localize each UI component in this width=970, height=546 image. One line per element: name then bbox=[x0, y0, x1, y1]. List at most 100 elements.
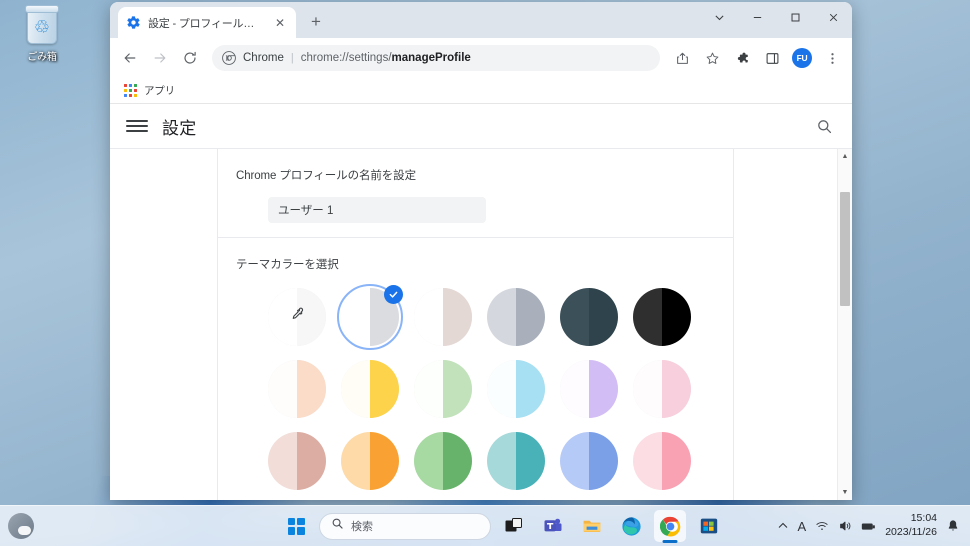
minimize-button[interactable] bbox=[738, 2, 776, 32]
windows-logo-icon bbox=[287, 517, 305, 535]
swatch-default-grey[interactable] bbox=[337, 284, 403, 350]
taskbar-microsoft-store[interactable] bbox=[693, 510, 725, 542]
new-tab-button[interactable]: + bbox=[302, 8, 330, 36]
reload-icon[interactable] bbox=[176, 44, 204, 72]
profile-name-label: Chrome プロフィールの名前を設定 bbox=[236, 170, 416, 182]
swatch-dark-slate-circle bbox=[560, 288, 618, 346]
page-title: 設定 bbox=[162, 118, 197, 138]
desktop-icon-recycle-bin[interactable]: ♲ ごみ箱 bbox=[10, 5, 74, 63]
browser-toolbar: Chrome | chrome://settings/manageProfile bbox=[110, 38, 852, 78]
bookmarks-bar: アプリ bbox=[110, 78, 852, 104]
weather-icon[interactable] bbox=[8, 513, 34, 539]
swatch-half-left bbox=[633, 432, 662, 490]
swatch-light-peach[interactable] bbox=[268, 360, 326, 418]
swatch-pink[interactable] bbox=[633, 432, 691, 490]
swatch-warm-beige-circle bbox=[414, 288, 472, 346]
swatch-pink-circle bbox=[633, 432, 691, 490]
settings-page: 設定 Chrome プロフィールの名前を設定 テーマカラーを選択 bbox=[110, 104, 852, 500]
tab-search-chevron-down-icon[interactable] bbox=[700, 2, 738, 32]
close-button[interactable] bbox=[814, 2, 852, 32]
chevron-up-icon[interactable] bbox=[777, 520, 789, 532]
window-controls bbox=[700, 2, 852, 38]
bookmark-apps-label[interactable]: アプリ bbox=[144, 83, 175, 98]
taskbar-search-placeholder: 検索 bbox=[351, 521, 373, 533]
address-bar[interactable]: Chrome | chrome://settings/manageProfile bbox=[212, 45, 660, 71]
speaker-icon[interactable] bbox=[838, 519, 852, 533]
profile-name-input[interactable] bbox=[268, 197, 486, 223]
checkmark-icon bbox=[384, 285, 403, 304]
swatch-half-left bbox=[633, 288, 662, 346]
ime-mode-icon[interactable] bbox=[861, 520, 876, 533]
swatch-blue[interactable] bbox=[560, 432, 618, 490]
taskbar-chrome[interactable] bbox=[654, 510, 686, 542]
taskbar-task-view[interactable] bbox=[498, 510, 530, 542]
swatch-half-right bbox=[443, 360, 472, 418]
scrollbar-track[interactable] bbox=[838, 164, 852, 485]
swatch-light-cyan[interactable] bbox=[487, 360, 545, 418]
swatch-green[interactable] bbox=[414, 432, 472, 490]
swatch-cool-grey-circle bbox=[487, 288, 545, 346]
swatch-orange-circle bbox=[341, 432, 399, 490]
swatch-light-purple[interactable] bbox=[560, 360, 618, 418]
wifi-icon[interactable] bbox=[815, 519, 829, 533]
maximize-button[interactable] bbox=[776, 2, 814, 32]
apps-grid-icon bbox=[124, 84, 137, 97]
taskbar-file-explorer[interactable] bbox=[576, 510, 608, 542]
puzzle-icon[interactable] bbox=[728, 44, 756, 72]
share-icon[interactable] bbox=[668, 44, 696, 72]
swatch-green-circle bbox=[414, 432, 472, 490]
swatch-half-right bbox=[516, 288, 545, 346]
swatch-light-pink[interactable] bbox=[633, 360, 691, 418]
taskbar-teams[interactable] bbox=[537, 510, 569, 542]
settings-header: 設定 bbox=[110, 104, 852, 149]
scrollbar-thumb[interactable] bbox=[840, 192, 850, 306]
tab-close-icon[interactable]: ✕ bbox=[272, 15, 288, 31]
swatch-rose[interactable] bbox=[268, 432, 326, 490]
swatch-yellow[interactable] bbox=[341, 360, 399, 418]
profile-avatar[interactable]: FU bbox=[788, 44, 816, 72]
profile-name-section: Chrome プロフィールの名前を設定 bbox=[218, 149, 733, 237]
swatch-light-green[interactable] bbox=[414, 360, 472, 418]
back-arrow-icon[interactable] bbox=[116, 44, 144, 72]
tab-strip: 設定 - プロフィールをカスタマイズ ✕ + bbox=[110, 2, 852, 38]
start-button[interactable] bbox=[280, 510, 312, 542]
swatch-black[interactable] bbox=[633, 288, 691, 346]
scrollbar-down-arrow[interactable]: ▼ bbox=[838, 485, 853, 500]
bell-icon[interactable] bbox=[946, 519, 960, 533]
custom-color-picker[interactable] bbox=[268, 288, 326, 346]
windows-taskbar: 検索 A 15:04 2023/11/26 bbox=[0, 505, 970, 546]
swatch-light-green-circle bbox=[414, 360, 472, 418]
scrollbar-up-arrow[interactable]: ▲ bbox=[838, 149, 853, 164]
hamburger-icon[interactable] bbox=[126, 115, 148, 137]
edge-icon bbox=[621, 516, 641, 536]
swatch-half-left bbox=[414, 432, 443, 490]
star-icon[interactable] bbox=[698, 44, 726, 72]
swatch-half-right bbox=[443, 432, 472, 490]
swatch-half-left bbox=[341, 360, 370, 418]
browser-tab-settings[interactable]: 設定 - プロフィールをカスタマイズ ✕ bbox=[118, 7, 296, 38]
swatch-half-left bbox=[487, 360, 516, 418]
three-dot-menu-icon[interactable] bbox=[818, 44, 846, 72]
swatch-half-left bbox=[560, 360, 589, 418]
clock-date: 2023/11/26 bbox=[885, 526, 937, 538]
ime-indicator[interactable]: A bbox=[798, 519, 807, 534]
swatch-light-pink-circle bbox=[633, 360, 691, 418]
page-scrollbar[interactable]: ▲ ▼ bbox=[837, 149, 852, 500]
search-icon bbox=[331, 517, 344, 535]
swatch-half-right bbox=[589, 360, 618, 418]
forward-arrow-icon[interactable] bbox=[146, 44, 174, 72]
swatch-half-left bbox=[560, 288, 589, 346]
taskbar-edge[interactable] bbox=[615, 510, 647, 542]
taskbar-search-box[interactable]: 検索 bbox=[319, 512, 491, 540]
recycle-symbol-icon: ♲ bbox=[33, 16, 51, 37]
swatch-cool-grey[interactable] bbox=[487, 288, 545, 346]
swatch-teal[interactable] bbox=[487, 432, 545, 490]
swatch-orange[interactable] bbox=[341, 432, 399, 490]
search-icon[interactable] bbox=[812, 114, 836, 138]
swatch-dark-slate[interactable] bbox=[560, 288, 618, 346]
swatch-warm-beige[interactable] bbox=[414, 288, 472, 346]
taskbar-clock[interactable]: 15:04 2023/11/26 bbox=[885, 512, 937, 540]
swatch-teal-circle bbox=[487, 432, 545, 490]
side-panel-icon[interactable] bbox=[758, 44, 786, 72]
omnibox-site-label: Chrome bbox=[243, 52, 284, 64]
